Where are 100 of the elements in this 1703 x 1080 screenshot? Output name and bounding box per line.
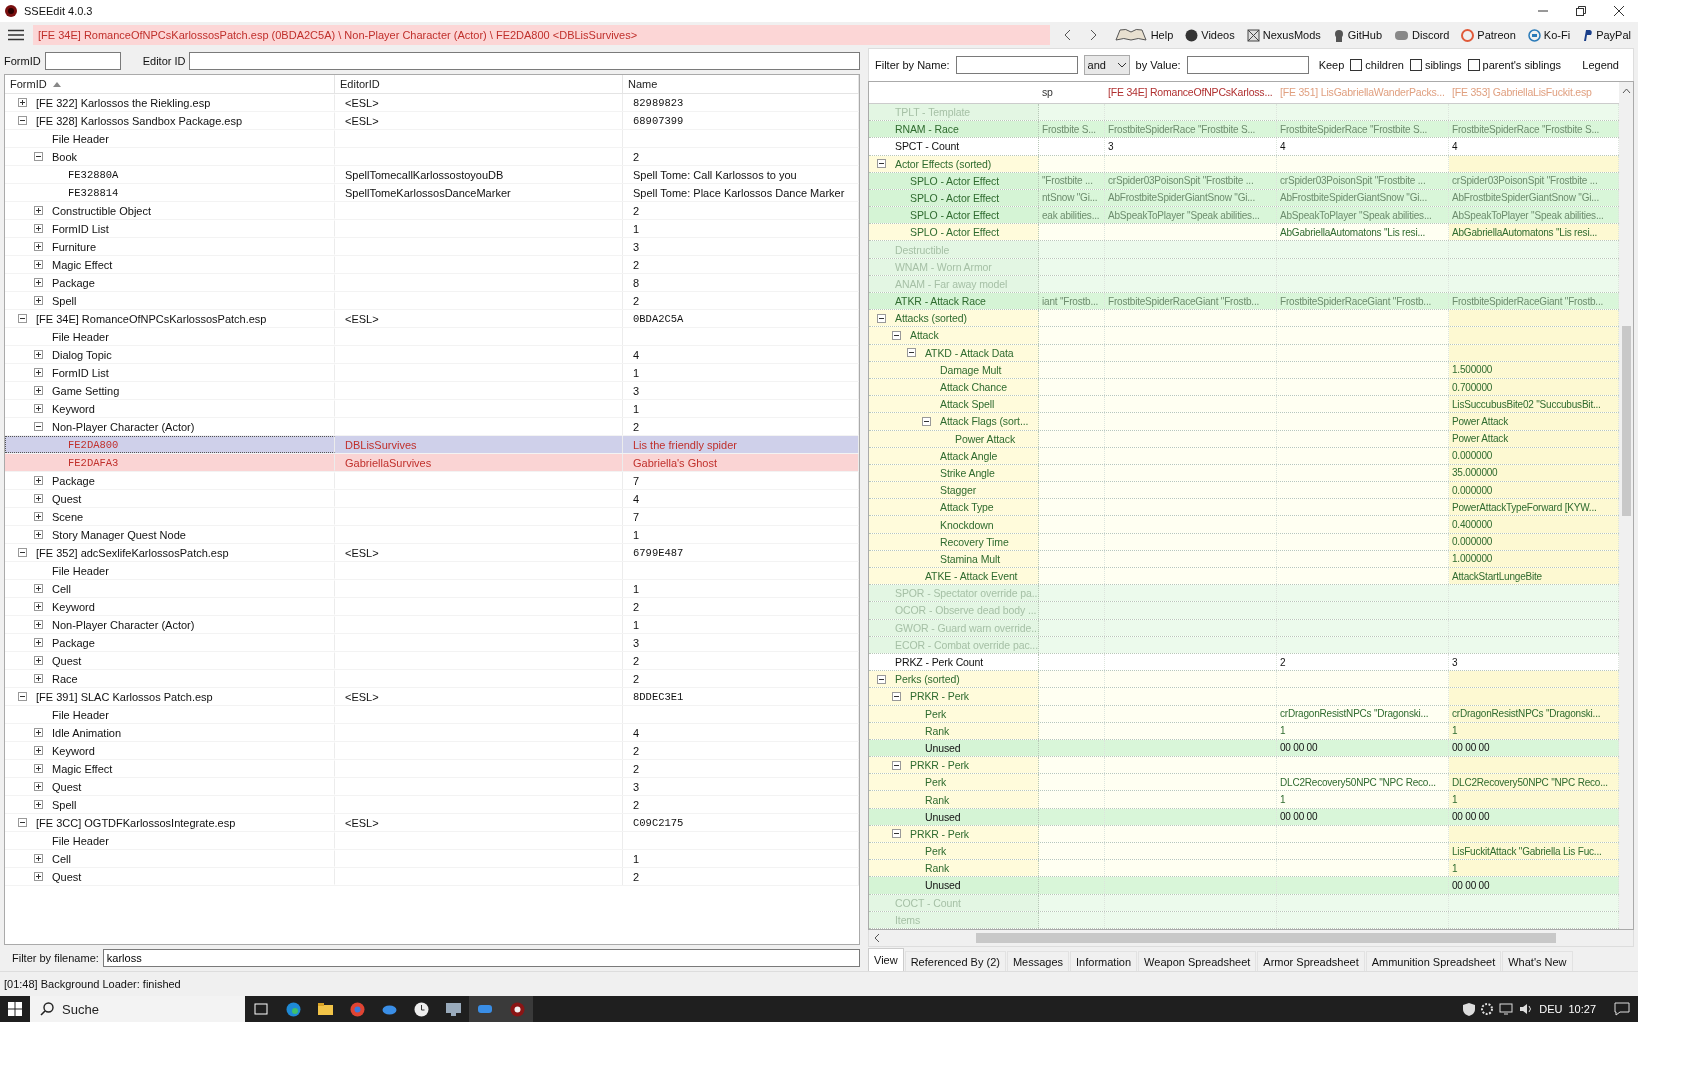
tree-row[interactable]: Quest 4 [5,490,859,508]
expand-icon[interactable] [34,350,43,359]
four-squares-icon[interactable] [8,1002,22,1016]
collapse-icon[interactable] [892,829,901,839]
checkbox[interactable] [1467,59,1480,71]
field-name-cell[interactable]: Attack Chance [869,378,1039,396]
field-name-cell[interactable]: PRKR - Perk [869,757,1039,774]
toolbar-link[interactable]: PayPal [1579,28,1634,42]
toolbar-link[interactable]: Patreon [1458,28,1519,42]
expand-icon[interactable] [34,512,43,521]
close-icon[interactable] [1614,6,1624,16]
collapse-icon[interactable] [892,691,901,701]
field-name-cell[interactable]: Knockdown [869,516,1039,533]
app-logo-icon[interactable] [509,1001,525,1017]
field-name-cell[interactable]: SPLO - Actor Effect [869,172,1039,189]
field-name-cell[interactable]: Attack [869,327,1039,344]
field-name-cell[interactable]: Perk [869,774,1039,791]
tree-row[interactable]: [FE 391] SLAC Karlossos Patch.esp <ESL> 8DDEC3E1 [5,688,859,706]
speaker-icon[interactable] [1519,1003,1534,1015]
toolbar-link[interactable]: Ko-Fi [1524,28,1574,42]
field-name-cell[interactable]: Rank [869,860,1039,877]
column-header[interactable]: [FE 34E] RomanceOfNPCsKarloss... [1108,86,1273,99]
field-name-cell[interactable]: PRKR - Perk [869,688,1039,705]
tree-row[interactable]: FE32880A SpellTomecallKarlossostoyouDB Spell Tome: Call Karlossos to you [5,166,859,184]
value-filter-field[interactable] [1186,56,1309,74]
scroll-left-icon[interactable] [872,933,882,943]
expand-icon[interactable] [34,620,43,629]
field-name-cell[interactable]: Unused [869,739,1039,757]
scrollbar-thumb[interactable] [1621,326,1631,516]
keyboard-language[interactable]: DEU [1539,1003,1563,1015]
expand-icon[interactable] [34,584,43,593]
expand-icon[interactable] [34,242,43,251]
field-name-cell[interactable]: Stagger [869,482,1039,499]
tab[interactable]: Armor Spreadsheet [1257,951,1365,971]
column-header[interactable]: Name [623,75,859,93]
tree-row[interactable]: Non-Player Character (Actor) 1 [5,616,859,634]
expand-icon[interactable] [34,476,43,485]
field-name-cell[interactable]: Strike Angle [869,464,1039,482]
taskbar-search[interactable]: Suche [30,996,245,1022]
collapse-icon[interactable] [18,314,27,323]
field-name-cell[interactable]: Stamina Mult [869,550,1039,567]
tree-row[interactable]: Constructible Object 2 [5,202,859,220]
expand-icon[interactable] [34,206,43,215]
tree-row[interactable]: Magic Effect 2 [5,256,859,274]
network-icon[interactable] [1499,1003,1514,1015]
tree-row[interactable]: Package 7 [5,472,859,490]
field-name-cell[interactable]: Power Attack [869,430,1039,447]
tree-row[interactable]: FE328814 SpellTomeKarlossosDanceMarker Spell Tome: Place Karlossos Dance Marker [5,184,859,202]
expand-icon[interactable] [34,260,43,269]
tab[interactable]: What's New [1502,951,1573,971]
expand-icon[interactable] [34,602,43,611]
collapse-icon[interactable] [18,692,27,701]
expand-icon[interactable] [34,746,43,755]
tree-row[interactable]: Keyword 1 [5,400,859,418]
wave-icon[interactable] [285,1001,301,1017]
tab[interactable]: Messages [1006,951,1070,971]
tree-row[interactable]: Spell 2 [5,796,859,814]
vertical-scrollbar[interactable] [1619,82,1633,929]
field-name-cell[interactable]: Unused [869,877,1039,894]
field-name-cell[interactable]: ATKE - Attack Event [869,568,1039,585]
field-name-cell[interactable]: ATKR - Attack Race [869,293,1039,310]
tree-row[interactable]: Keyword 2 [5,598,859,616]
notification-icon[interactable] [1614,1002,1630,1016]
tree-row[interactable]: Quest 2 [5,868,859,886]
expand-icon[interactable] [34,764,43,773]
expand-icon[interactable] [34,656,43,665]
toolbar-link[interactable]: Help [1110,28,1177,42]
editorid-field[interactable] [189,52,860,70]
expand-icon[interactable] [34,854,43,863]
collapse-icon[interactable] [877,674,886,684]
expand-icon[interactable] [34,296,43,305]
tree-row[interactable]: [FE 3CC] OGTDFKarlossosIntegrate.esp <ESL> C09C2175 [5,814,859,832]
tree-row[interactable]: Quest 3 [5,778,859,796]
toolbar-link[interactable]: Videos [1182,28,1238,42]
tab[interactable]: Referenced By (2) [904,951,1006,971]
expand-icon[interactable] [18,98,27,107]
collapse-icon[interactable] [922,416,931,426]
clock-time[interactable]: 10:27 [1568,1003,1596,1015]
monitor-icon[interactable] [445,1002,461,1016]
name-filter-field[interactable] [955,56,1078,74]
tree-row[interactable]: FormID List 1 [5,220,859,238]
tree-row[interactable]: File Header [5,832,859,850]
tab[interactable]: Ammunition Spreadsheet [1365,951,1502,971]
tree-row[interactable]: [FE 322] Karlossos the Riekling.esp <ESL> 82989823 [5,94,859,112]
field-name-cell[interactable]: Attacks (sorted) [869,310,1039,327]
tree-row[interactable]: Quest 2 [5,652,859,670]
toolbar-link[interactable]: NexusMods [1243,28,1324,42]
cloud-icon[interactable] [381,1003,397,1015]
collapse-icon[interactable] [892,331,901,340]
tree-row[interactable]: File Header [5,706,859,724]
tree-row[interactable]: Dialog Topic 4 [5,346,859,364]
tree-row[interactable]: Cell 1 [5,580,859,598]
tree-row[interactable]: Furniture 3 [5,238,859,256]
collapse-icon[interactable] [34,152,43,161]
tab[interactable]: Weapon Spreadsheet [1138,951,1257,971]
tree-row[interactable]: [FE 352] adcSexlifeKarlossosPatch.esp <ESL> 6799E487 [5,544,859,562]
expand-icon[interactable] [34,494,43,503]
clock-icon[interactable] [413,1001,429,1017]
tree-row[interactable]: Magic Effect 2 [5,760,859,778]
field-name-cell[interactable]: Perks (sorted) [869,671,1039,688]
